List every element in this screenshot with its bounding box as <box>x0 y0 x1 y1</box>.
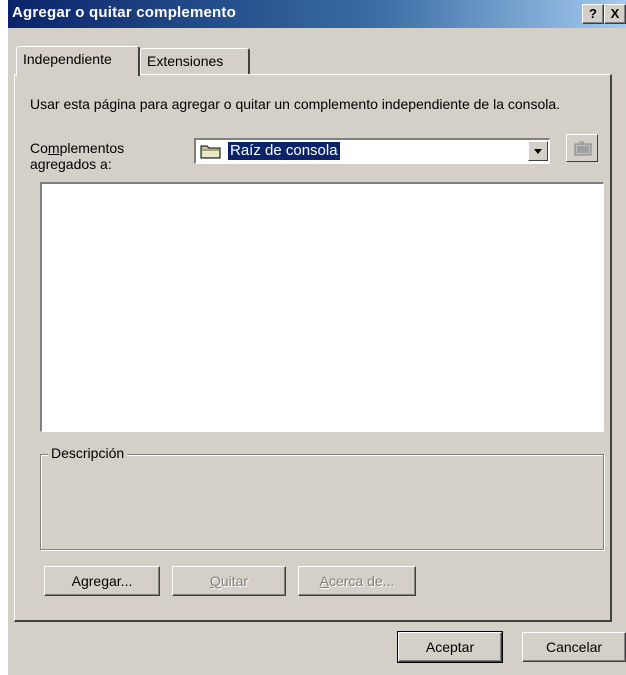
tab-panel <box>14 74 612 622</box>
window-title: Agregar o quitar complemento <box>12 4 236 21</box>
close-button[interactable]: X <box>604 4 626 24</box>
tab-independiente[interactable]: Independiente <box>16 46 140 76</box>
ok-button[interactable]: Aceptar <box>397 631 503 663</box>
title-bar[interactable]: Agregar o quitar complemento ? X <box>8 0 626 28</box>
tab-extensiones[interactable]: Extensiones <box>140 48 250 74</box>
cancel-button[interactable]: Cancelar <box>522 632 626 662</box>
help-button[interactable]: ? <box>582 4 604 24</box>
